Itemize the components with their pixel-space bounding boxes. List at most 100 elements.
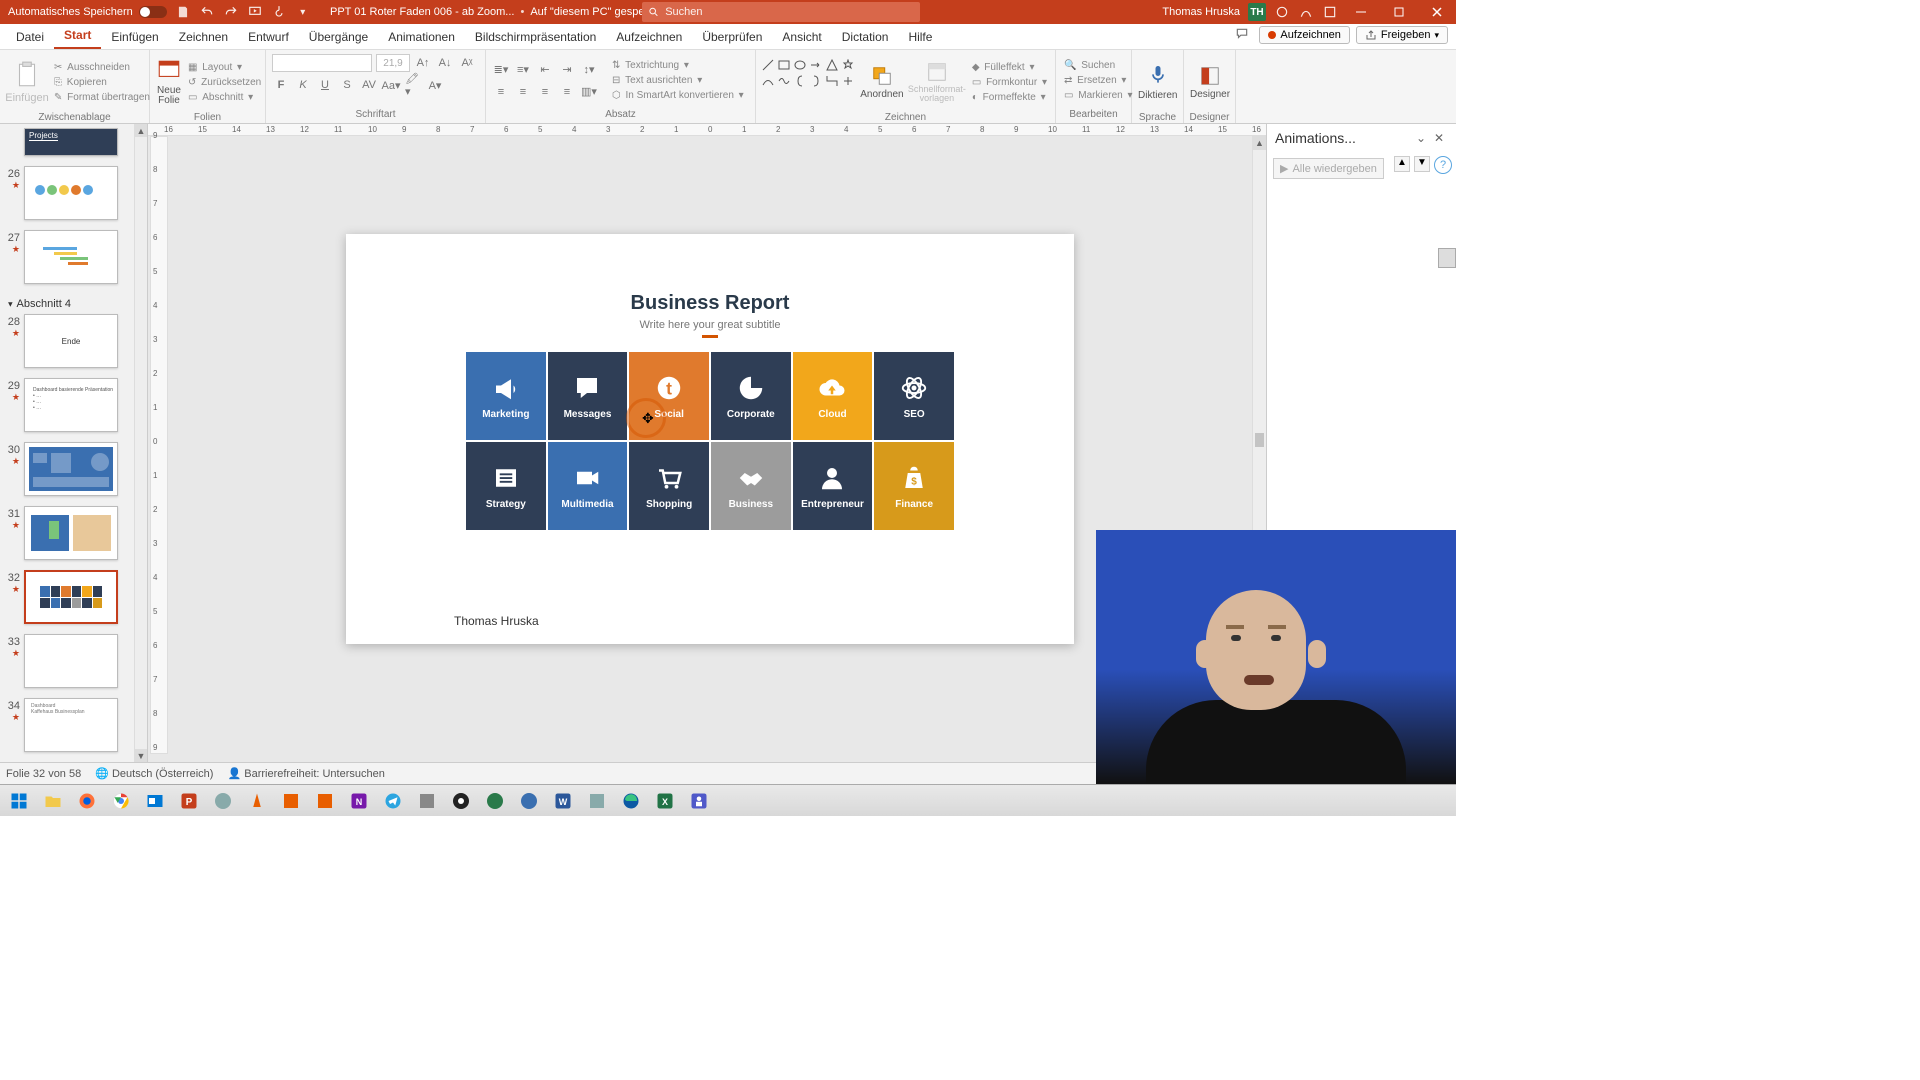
strike-button[interactable]: S bbox=[338, 76, 356, 94]
record-button[interactable]: Aufzeichnen bbox=[1259, 26, 1350, 44]
slide-thumbnail[interactable]: 27★ bbox=[2, 230, 145, 284]
excel-icon[interactable]: X bbox=[650, 788, 680, 814]
shape-outline-button[interactable]: ▭ Formkontur ▾ bbox=[970, 76, 1049, 89]
tab-ansicht[interactable]: Ansicht bbox=[772, 25, 831, 49]
format-painter-button[interactable]: ✎ Format übertragen bbox=[52, 91, 154, 104]
tab-dictation[interactable]: Dictation bbox=[832, 25, 899, 49]
increase-font-icon[interactable]: A↑ bbox=[414, 54, 432, 72]
copy-button[interactable]: ⎘ Kopieren bbox=[52, 76, 154, 89]
slide-thumbnail[interactable]: 30★ bbox=[2, 442, 145, 496]
shape-effects-button[interactable]: ◐ Formeffekte ▾ bbox=[970, 91, 1049, 104]
underline-button[interactable]: U bbox=[316, 76, 334, 94]
slide-thumbnail[interactable]: 26★ bbox=[2, 166, 145, 220]
telegram-icon[interactable] bbox=[378, 788, 408, 814]
tile-marketing[interactable]: Marketing bbox=[466, 352, 546, 440]
align-center-button[interactable]: ≡ bbox=[514, 83, 532, 101]
align-left-button[interactable]: ≡ bbox=[492, 83, 510, 101]
user-name[interactable]: Thomas Hruska bbox=[1162, 6, 1240, 18]
tile-cloud[interactable]: Cloud bbox=[793, 352, 873, 440]
app-icon-2[interactable] bbox=[276, 788, 306, 814]
quick-styles-button[interactable]: Schnellformat-vorlagen bbox=[908, 54, 966, 110]
coming-soon-icon[interactable] bbox=[1298, 4, 1314, 20]
text-direction-button[interactable]: ⇅ Textrichtung ▾ bbox=[610, 59, 746, 72]
font-color-button[interactable]: A▾ bbox=[426, 76, 444, 94]
dictate-button[interactable]: Diktieren bbox=[1138, 54, 1177, 110]
window-icon[interactable] bbox=[1322, 4, 1338, 20]
slide-thumbnail[interactable]: 28★Ende bbox=[2, 314, 145, 368]
language-status[interactable]: 🌐 Deutsch (Österreich) bbox=[95, 767, 213, 780]
word-icon[interactable]: W bbox=[548, 788, 578, 814]
touch-mode-icon[interactable] bbox=[271, 4, 287, 20]
shapes-gallery[interactable] bbox=[762, 59, 856, 105]
indent-inc-button[interactable]: ⇥ bbox=[558, 61, 576, 79]
tab-übergänge[interactable]: Übergänge bbox=[299, 25, 378, 49]
tile-multimedia[interactable]: Multimedia bbox=[548, 442, 628, 530]
numbering-button[interactable]: ≡▾ bbox=[514, 61, 532, 79]
decrease-font-icon[interactable]: A↓ bbox=[436, 54, 454, 72]
tab-hilfe[interactable]: Hilfe bbox=[898, 25, 942, 49]
tile-entrepreneur[interactable]: Entrepreneur bbox=[793, 442, 873, 530]
close-button[interactable] bbox=[1422, 0, 1452, 24]
start-slideshow-icon[interactable] bbox=[247, 4, 263, 20]
justify-button[interactable]: ≡ bbox=[558, 83, 576, 101]
comments-icon[interactable] bbox=[1231, 26, 1253, 42]
chrome-icon[interactable] bbox=[106, 788, 136, 814]
font-size-combo[interactable]: 21,9 bbox=[376, 54, 410, 72]
undo-icon[interactable] bbox=[199, 4, 215, 20]
slide-thumbnail[interactable]: 34★DashboardKaffehaus Businessplan bbox=[2, 698, 145, 752]
tab-einfügen[interactable]: Einfügen bbox=[101, 25, 168, 49]
tile-messages[interactable]: Messages bbox=[548, 352, 628, 440]
slide-thumbnail[interactable]: Projects bbox=[2, 128, 145, 156]
thumbnail-scrollbar[interactable]: ▲ ▼ bbox=[134, 124, 147, 762]
move-up-icon[interactable]: ▲ bbox=[1394, 156, 1410, 172]
arrange-button[interactable]: Anordnen bbox=[860, 54, 904, 110]
tab-animationen[interactable]: Animationen bbox=[378, 25, 465, 49]
start-button[interactable] bbox=[4, 788, 34, 814]
scroll-up-icon[interactable]: ▲ bbox=[135, 124, 147, 137]
scroll-thumb[interactable] bbox=[1255, 433, 1264, 447]
slide-thumbnail[interactable]: 29★Dashboard basierende Präsentation• …•… bbox=[2, 378, 145, 432]
reset-button[interactable]: ↺ Zurücksetzen bbox=[186, 76, 265, 89]
search-box[interactable] bbox=[642, 2, 920, 22]
section-header[interactable]: Abschnitt 4 bbox=[2, 294, 145, 314]
scroll-down-icon[interactable]: ▼ bbox=[135, 749, 147, 762]
obs-icon[interactable] bbox=[446, 788, 476, 814]
powerpoint-icon[interactable]: P bbox=[174, 788, 204, 814]
scroll-up-icon[interactable]: ▲ bbox=[1253, 136, 1266, 150]
tab-entwurf[interactable]: Entwurf bbox=[238, 25, 299, 49]
indent-dec-button[interactable]: ⇤ bbox=[536, 61, 554, 79]
replace-button[interactable]: ⇄ Ersetzen ▾ bbox=[1062, 74, 1135, 87]
line-spacing-button[interactable]: ↕▾ bbox=[580, 61, 598, 79]
app-icon-4[interactable] bbox=[412, 788, 442, 814]
tab-aufzeichnen[interactable]: Aufzeichnen bbox=[606, 25, 692, 49]
close-pane-icon[interactable]: ✕ bbox=[1430, 131, 1448, 145]
tab-start[interactable]: Start bbox=[54, 23, 101, 49]
section-button[interactable]: ▭ Abschnitt ▾ bbox=[186, 91, 265, 104]
app-icon-5[interactable] bbox=[480, 788, 510, 814]
user-avatar[interactable]: TH bbox=[1248, 3, 1266, 21]
firefox-icon[interactable] bbox=[72, 788, 102, 814]
edge-icon[interactable] bbox=[616, 788, 646, 814]
qat-more-icon[interactable]: ▾ bbox=[295, 4, 311, 20]
minimize-button[interactable] bbox=[1346, 0, 1376, 24]
accessibility-status[interactable]: 👤 Barrierefreiheit: Untersuchen bbox=[227, 767, 384, 780]
app-icon-6[interactable] bbox=[514, 788, 544, 814]
slide-thumbnail[interactable]: 33★ bbox=[2, 634, 145, 688]
slide-subtitle[interactable]: Write here your great subtitle bbox=[346, 319, 1074, 331]
bullets-button[interactable]: ≣▾ bbox=[492, 61, 510, 79]
tab-datei[interactable]: Datei bbox=[6, 25, 54, 49]
spacing-button[interactable]: Aa▾ bbox=[382, 76, 400, 94]
search-input[interactable] bbox=[665, 6, 914, 18]
clear-format-icon[interactable]: Aᵡ bbox=[458, 54, 476, 72]
slide-author[interactable]: Thomas Hruska bbox=[454, 614, 539, 628]
select-button[interactable]: ▭ Markieren ▾ bbox=[1062, 89, 1135, 102]
tile-finance[interactable]: $Finance bbox=[874, 442, 954, 530]
help-icon[interactable]: ? bbox=[1434, 156, 1452, 174]
tab-bildschirmpräsentation[interactable]: Bildschirmpräsentation bbox=[465, 25, 606, 49]
slide-canvas[interactable]: Business Report Write here your great su… bbox=[346, 234, 1074, 644]
onenote-icon[interactable]: N bbox=[344, 788, 374, 814]
chevron-down-icon[interactable]: ⌄ bbox=[1412, 131, 1430, 145]
shadow-button[interactable]: AV bbox=[360, 76, 378, 94]
slide-thumbnail[interactable]: 31★ bbox=[2, 506, 145, 560]
bold-button[interactable]: F bbox=[272, 76, 290, 94]
